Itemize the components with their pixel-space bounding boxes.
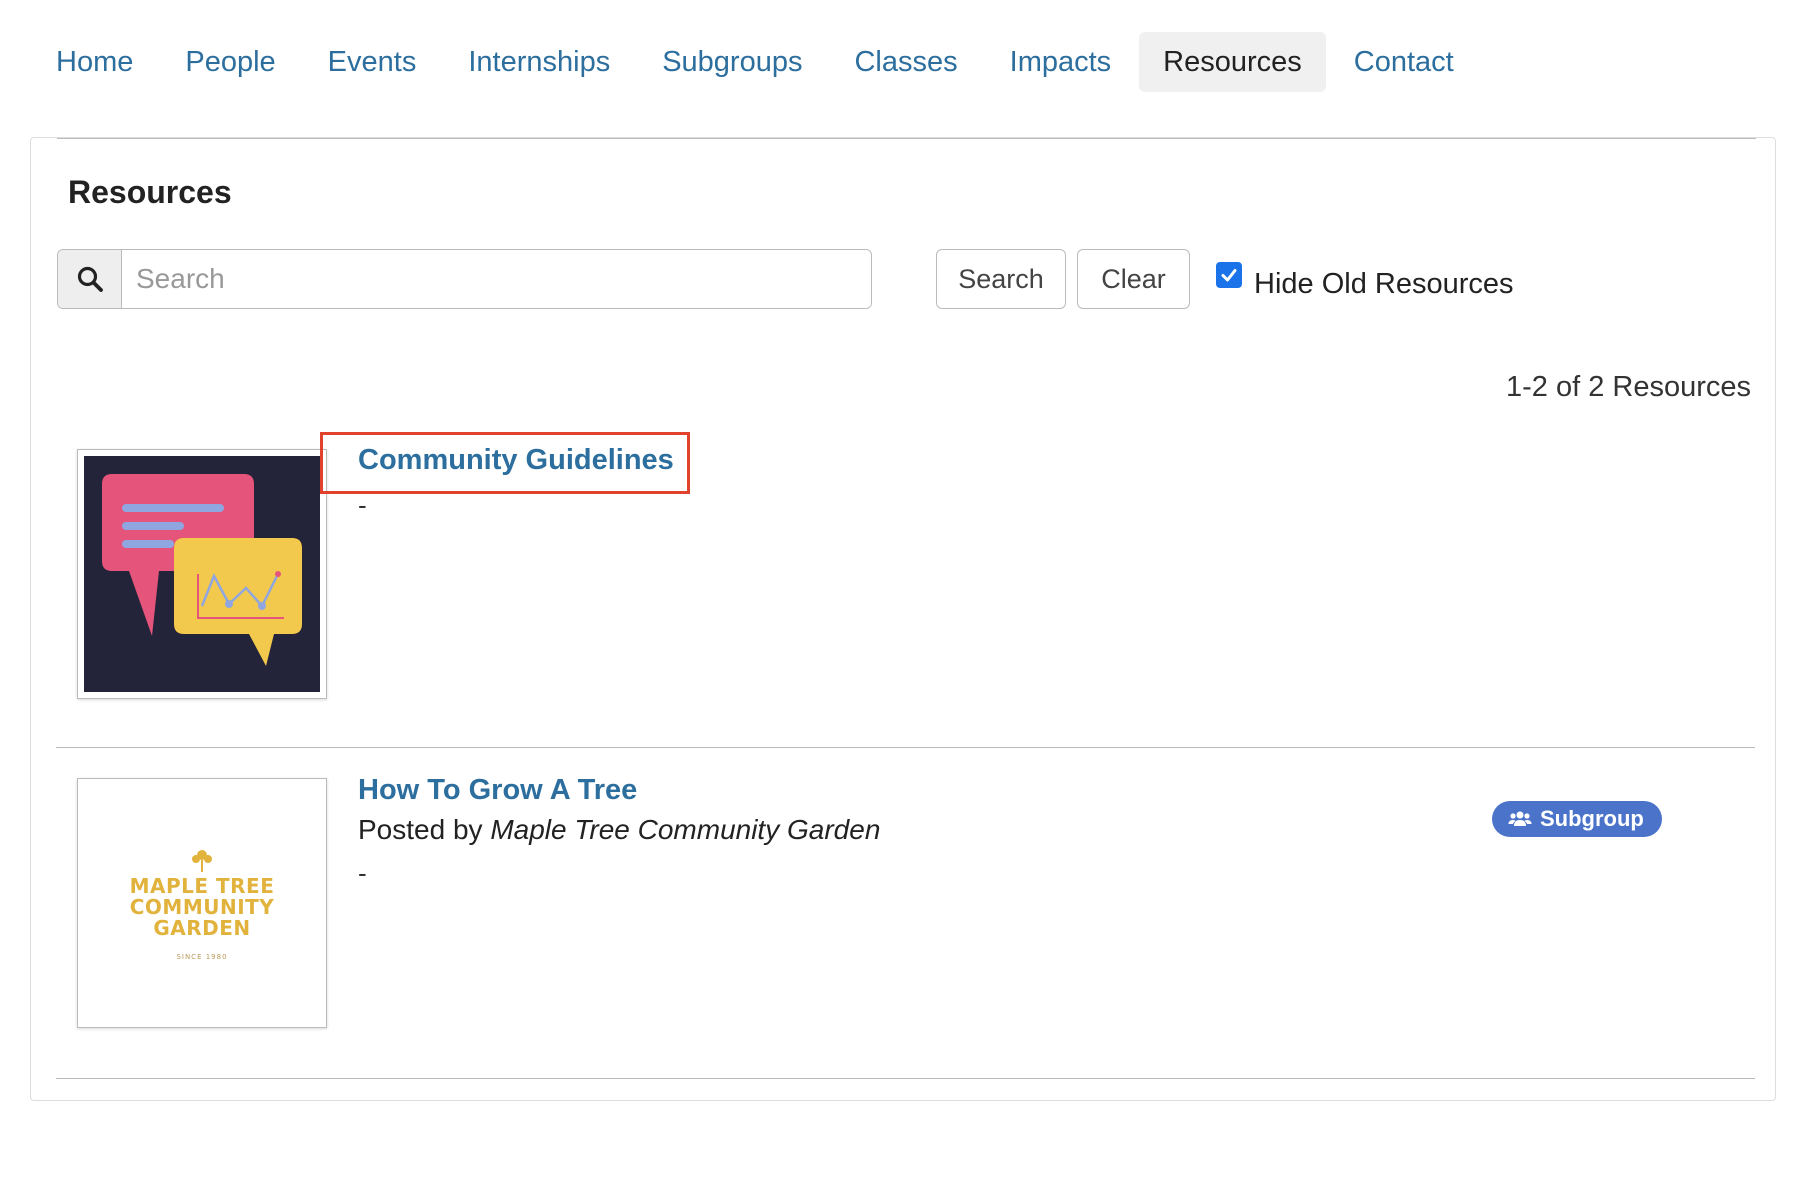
nav-contact[interactable]: Contact [1330, 32, 1478, 92]
clear-button[interactable]: Clear [1077, 249, 1190, 309]
posted-by-author: Maple Tree Community Garden [490, 814, 881, 845]
hide-old-resources-label: Hide Old Resources [1254, 268, 1514, 300]
posted-by-prefix: Posted by [358, 814, 483, 845]
resource-thumbnail[interactable]: MAPLE TREE COMMUNITY GARDEN SINCE 1980 [77, 778, 327, 1028]
tree-icon [192, 849, 212, 872]
logo-line-3: GARDEN [153, 915, 251, 940]
nav-events[interactable]: Events [304, 32, 441, 92]
subgroup-badge: Subgroup [1492, 801, 1662, 837]
hide-old-resources-toggle: Hide Old Resources [1216, 256, 1514, 301]
hide-old-resources-checkbox[interactable] [1216, 261, 1242, 288]
search-group [57, 249, 872, 309]
nav-subgroups[interactable]: Subgroups [638, 32, 826, 92]
badge-label: Subgroup [1540, 806, 1644, 831]
chat-bubbles-illustration [84, 456, 320, 692]
nav-classes[interactable]: Classes [830, 32, 981, 92]
nav-resources[interactable]: Resources [1139, 32, 1326, 92]
highlight-box [320, 432, 690, 494]
logo-tagline: SINCE 1980 [176, 952, 228, 961]
resource-thumbnail[interactable] [77, 449, 327, 699]
nav-people[interactable]: People [161, 32, 299, 92]
nav-home[interactable]: Home [32, 32, 157, 92]
item-divider [56, 1078, 1755, 1079]
item-divider [56, 747, 1755, 748]
resource-description: - [358, 858, 367, 888]
maple-tree-logo: MAPLE TREE COMMUNITY GARDEN SINCE 1980 [84, 785, 320, 1021]
logo-line-1: MAPLE TREE [129, 873, 275, 898]
main-nav: Home People Events Internships Subgroups… [32, 32, 1482, 92]
results-count: 1-2 of 2 Resources [1505, 371, 1751, 403]
resource-item [57, 138, 1756, 139]
logo-line-2: COMMUNITY [129, 894, 275, 919]
checkmark-icon [1221, 268, 1237, 281]
search-button[interactable]: Search [936, 249, 1066, 309]
resource-description: - [358, 490, 367, 520]
users-icon [1508, 809, 1532, 829]
page-title: Resources [68, 174, 232, 210]
search-input[interactable] [122, 250, 871, 308]
posted-by: Posted by Maple Tree Community Garden [358, 814, 880, 846]
resource-title-link[interactable]: How To Grow A Tree [358, 774, 637, 807]
nav-impacts[interactable]: Impacts [986, 32, 1136, 92]
nav-internships[interactable]: Internships [444, 32, 634, 92]
search-icon [58, 250, 122, 308]
